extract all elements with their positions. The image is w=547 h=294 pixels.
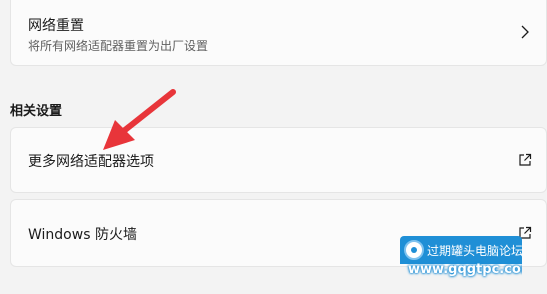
- section-heading-related-settings: 相关设置: [10, 104, 63, 119]
- network-reset-card[interactable]: 网络重置 将所有网络适配器重置为出厂设置: [10, 0, 547, 66]
- windows-firewall-label: Windows 防火墙: [28, 227, 137, 243]
- watermark-url: www.gqgtpc.com: [408, 262, 522, 277]
- more-adapter-options-item[interactable]: 更多网络适配器选项: [10, 127, 547, 193]
- red-arrow-icon: [103, 89, 176, 150]
- network-reset-subtitle: 将所有网络适配器重置为出厂设置: [28, 39, 209, 53]
- watermark-title: 过期罐头电脑论坛: [427, 244, 522, 258]
- external-link-icon: [519, 153, 532, 166]
- watermark-banner: 过期罐头电脑论坛: [400, 236, 522, 264]
- network-reset-title: 网络重置: [28, 18, 84, 34]
- forum-logo-icon: [404, 240, 424, 260]
- chevron-right-icon: [521, 25, 529, 39]
- watermark: 过期罐头电脑论坛 www.gqgtpc.com: [400, 236, 522, 282]
